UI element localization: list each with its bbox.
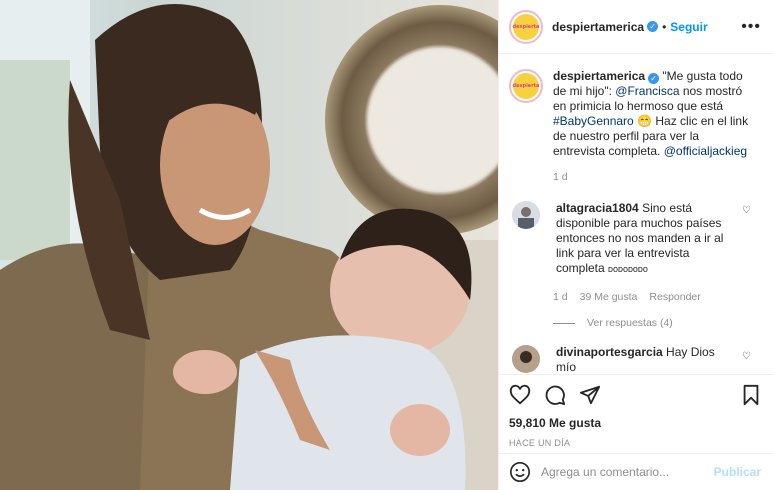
comment-username[interactable]: divinaportesgarcia [556,345,663,359]
caption: despierta despiertamerica ✓ "Me gusta tod… [509,69,761,159]
comment-item: altagracia1804 Sino está disponible para… [509,201,761,277]
caption-avatar-inner: despierta [513,73,539,99]
caption-verified-badge-icon: ✓ [648,73,660,84]
likes-count[interactable]: 59,810 Me gusta [509,416,761,430]
more-options-icon[interactable]: ••• [741,18,761,36]
comment-bubble-icon[interactable] [544,384,566,406]
comment-text: divinaportesgarcia Hay Dios mío [556,345,736,373]
comment-tail: ᴅᴏᴅᴏᴅᴏᴅᴏ [608,264,648,274]
view-replies-label: Ver respuestas (4) [587,317,673,329]
header-separator: • [662,19,667,34]
comment-item: divinaportesgarcia Hay Dios mío ♡ [509,345,761,373]
commenter-avatar-image [512,201,540,229]
comment-likes[interactable]: 39 Me gusta [580,291,638,303]
view-replies-button[interactable]: Ver respuestas (4) [553,317,761,329]
mention-officialjackieg[interactable]: @officialjackieg [664,144,747,158]
comments-list[interactable]: despierta despiertamerica ✓ "Me gusta tod… [499,55,773,373]
comment-meta: 1 d 39 Me gusta Responder [553,291,761,303]
hashtag-babygennaro[interactable]: #BabyGennaro [553,114,634,128]
commenter-avatar[interactable] [512,201,540,229]
avatar-inner: despierta [512,13,540,40]
comment-like-heart-icon[interactable]: ♡ [742,205,751,216]
like-heart-icon-svg [509,384,531,405]
comment-input[interactable] [541,465,714,479]
follow-button[interactable]: Seguir [670,20,707,34]
post-timestamp[interactable]: HACE UN DÍA [509,438,761,448]
save-bookmark-icon-svg [743,384,759,406]
post-actions: 59,810 Me gusta HACE UN DÍA [499,374,773,448]
caption-avatar[interactable]: despierta [509,69,543,103]
caption-time[interactable]: 1 d [553,171,568,183]
comment-time[interactable]: 1 d [553,291,568,303]
comment-bubble-icon-svg [545,385,566,406]
profile-avatar[interactable]: despierta [509,9,543,44]
verified-badge-icon: ✓ [647,21,659,32]
post-photo [0,0,498,490]
commenter-avatar[interactable] [512,345,540,373]
comment-like-heart-icon[interactable]: ♡ [742,351,751,362]
emoji-icon[interactable] [509,461,531,483]
commenter-avatar-image [512,345,540,373]
post-header: despierta despiertamerica ✓ • Seguir ••• [499,0,773,54]
grin-emoji-icon: 😁 [637,114,653,128]
save-bookmark-icon[interactable] [741,384,761,406]
publish-button[interactable]: Publicar [714,465,761,479]
instagram-post: despierta despiertamerica ✓ • Seguir •••… [0,0,773,490]
comment-username[interactable]: altagracia1804 [556,201,639,215]
add-comment-bar: Publicar [499,453,773,490]
post-image[interactable] [0,0,498,490]
caption-username[interactable]: despiertamerica [553,69,645,83]
reply-button[interactable]: Responder [649,291,700,303]
avatar-label: despierta [512,23,540,30]
caption-meta: 1 d [553,171,761,183]
action-icons [509,383,761,407]
emoji-icon-svg [510,462,530,482]
comment-text: altagracia1804 Sino está disponible para… [556,201,736,277]
share-plane-icon[interactable] [579,384,601,406]
caption-text: despiertamerica ✓ "Me gusta todo de mi hi… [553,69,753,159]
caption-avatar-label: despierta [512,83,540,89]
header-username[interactable]: despiertamerica [552,20,644,34]
like-heart-icon[interactable] [509,384,531,406]
mention-francisca[interactable]: @Francisca [615,84,679,98]
post-sidebar: despierta despiertamerica ✓ • Seguir •••… [498,0,773,490]
share-plane-icon-svg [579,385,601,405]
replies-divider [553,322,575,324]
